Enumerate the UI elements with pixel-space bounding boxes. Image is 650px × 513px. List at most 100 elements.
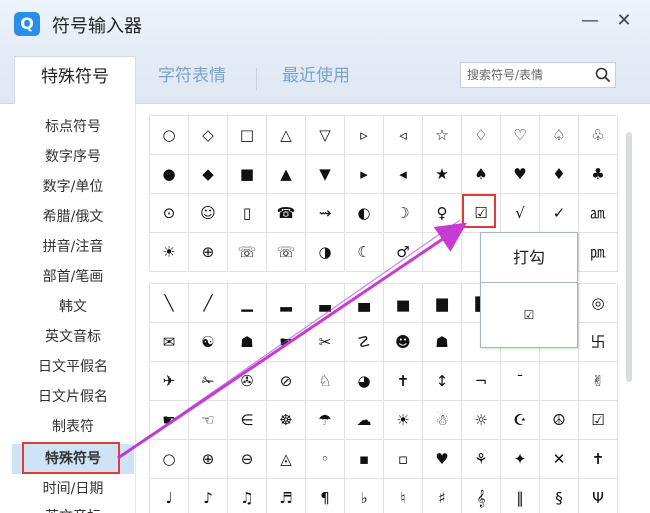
symbol-cell[interactable]: 卐 [579, 323, 618, 362]
symbol-cell[interactable]: △ [267, 116, 306, 155]
symbol-cell[interactable]: ☻ [384, 323, 423, 362]
symbol-cell[interactable]: ▃ [306, 284, 345, 323]
symbol-cell[interactable]: ▲ [267, 155, 306, 194]
symbol-cell[interactable]: ♤ [540, 116, 579, 155]
sidebar-item-number-unit[interactable]: 数字/单位 [12, 172, 134, 202]
symbol-cell[interactable]: √ [501, 194, 540, 233]
sidebar-item-box-drawing[interactable]: 制表符 [12, 412, 134, 442]
sidebar-item-radicals[interactable]: 部首/笔画 [12, 262, 134, 292]
sidebar-item-korean[interactable]: 韩文 [12, 292, 134, 322]
sidebar-item-katakana[interactable]: 日文片假名 [12, 382, 134, 412]
symbol-cell[interactable]: ☀ [384, 401, 423, 440]
symbol-cell[interactable]: ▸ [345, 155, 384, 194]
symbol-cell[interactable]: ☏ [228, 233, 267, 272]
symbol-cell[interactable]: ☜ [189, 401, 228, 440]
symbol-cell[interactable]: ✕ [540, 440, 579, 479]
symbol-cell[interactable]: ♥ [423, 440, 462, 479]
symbol-cell[interactable]: ▽ [306, 116, 345, 155]
symbol-cell[interactable]: ✂ [306, 323, 345, 362]
symbol-cell[interactable]: ✁ [189, 362, 228, 401]
symbol-cell[interactable]: ☆ [423, 116, 462, 155]
symbol-cell[interactable]: ♢ [462, 116, 501, 155]
symbol-cell[interactable]: ⊙ [150, 194, 189, 233]
symbol-cell[interactable]: ♪ [189, 479, 228, 513]
symbol-cell[interactable]: ▪ [345, 440, 384, 479]
symbol-cell[interactable]: ‖ [501, 479, 540, 513]
symbol-cell[interactable]: ↕ [423, 362, 462, 401]
symbol-cell[interactable]: ☂ [306, 401, 345, 440]
symbol-cell[interactable]: ☾ [345, 233, 384, 272]
tab-special-symbols[interactable]: 特殊符号 [14, 56, 136, 104]
symbol-cell[interactable]: ▂ [267, 284, 306, 323]
symbol-cell[interactable]: ■ [228, 155, 267, 194]
symbol-cell[interactable]: ◬ [267, 440, 306, 479]
symbol-cell[interactable]: ♡ [501, 116, 540, 155]
symbol-cell[interactable]: ♣ [579, 155, 618, 194]
symbol-cell[interactable]: ✇ [228, 362, 267, 401]
symbol-cell[interactable]: ♮ [384, 479, 423, 513]
symbol-cell[interactable]: ☮ [540, 401, 579, 440]
symbol-cell[interactable]: ★ [423, 155, 462, 194]
tab-recent[interactable]: 最近使用 [282, 56, 350, 104]
tab-emoticons[interactable]: 字符表情 [158, 56, 226, 104]
symbol-cell[interactable]: ▆ [423, 284, 462, 323]
symbol-cell[interactable]: ♘ [306, 362, 345, 401]
symbol-cell[interactable]: ◃ [384, 116, 423, 155]
search-icon[interactable] [595, 67, 611, 83]
symbol-cell[interactable]: ☗ [423, 323, 462, 362]
sidebar-item-hiragana[interactable]: 日文平假名 [12, 352, 134, 382]
symbol-cell[interactable]: § [540, 479, 579, 513]
symbol-cell[interactable]: ▼ [306, 155, 345, 194]
scrollbar-thumb[interactable] [626, 132, 632, 382]
symbol-cell[interactable]: ╲ [150, 284, 189, 323]
symbol-cell[interactable]: ∈ [228, 401, 267, 440]
symbol-cell[interactable]: ◇ [189, 116, 228, 155]
symbol-cell[interactable]: ⇝ [306, 194, 345, 233]
symbol-cell[interactable]: ◑ [306, 233, 345, 272]
sidebar-item-number-sequence[interactable]: 数字序号 [12, 142, 134, 172]
symbol-cell[interactable]: ♩ [150, 479, 189, 513]
symbol-cell[interactable] [423, 233, 462, 272]
symbol-cell[interactable]: ♦ [540, 155, 579, 194]
symbol-cell[interactable]: ╱ [189, 284, 228, 323]
symbol-cell[interactable]: ♬ [267, 479, 306, 513]
symbol-cell[interactable]: ♀ [423, 194, 462, 233]
minimize-button[interactable]: — [578, 10, 602, 31]
symbol-cell[interactable]: ◕ [345, 362, 384, 401]
symbol-cell[interactable]: ▅ [384, 284, 423, 323]
symbol-cell[interactable]: ¬ [462, 362, 501, 401]
sidebar-item-greek-russian[interactable]: 希腊/俄文 [12, 202, 134, 232]
symbol-cell[interactable]: ▯ [228, 194, 267, 233]
symbol-cell[interactable]: ◎ [579, 284, 618, 323]
symbol-cell[interactable]: ⊕ [189, 440, 228, 479]
symbol-cell[interactable]: ☛ [267, 323, 306, 362]
sidebar-item-english-phonetic-2[interactable]: 英文音标 [12, 502, 134, 513]
symbol-cell[interactable]: ☯ [189, 323, 228, 362]
symbol-cell[interactable]: ☗ [228, 323, 267, 362]
symbol-cell[interactable]: ▫ [384, 440, 423, 479]
search-input[interactable] [461, 63, 585, 87]
symbol-cell[interactable]: ⊖ [228, 440, 267, 479]
symbol-cell[interactable]: ● [150, 155, 189, 194]
symbol-cell[interactable]: 𝄞 [462, 479, 501, 513]
symbol-cell[interactable]: ♂ [384, 233, 423, 272]
symbol-cell[interactable]: ◆ [189, 155, 228, 194]
symbol-cell[interactable]: ¯ [501, 362, 540, 401]
symbol-cell[interactable]: ☛ [150, 401, 189, 440]
symbol-cell[interactable]: ☁ [345, 401, 384, 440]
symbol-cell[interactable]: ◂ [384, 155, 423, 194]
sidebar-item-pinyin[interactable]: 拼音/注音 [12, 232, 134, 262]
symbol-cell[interactable]: ▁ [228, 284, 267, 323]
symbol-cell[interactable]: ♯ [423, 479, 462, 513]
symbol-cell[interactable]: Ψ [579, 479, 618, 513]
symbol-cell[interactable]: ◦ [306, 440, 345, 479]
symbol-cell[interactable]: ♥ [501, 155, 540, 194]
symbol-cell[interactable]: □ [228, 116, 267, 155]
symbol-cell[interactable]: ☪ [501, 401, 540, 440]
symbol-cell[interactable]: ✝ [384, 362, 423, 401]
symbol-cell[interactable]: ✦ [501, 440, 540, 479]
sidebar-item-english-phonetic[interactable]: 英文音标 [12, 322, 134, 352]
symbol-cell[interactable]: ♫ [228, 479, 267, 513]
symbol-cell[interactable]: ✓ [540, 194, 579, 233]
symbol-cell[interactable]: ☏ [267, 233, 306, 272]
